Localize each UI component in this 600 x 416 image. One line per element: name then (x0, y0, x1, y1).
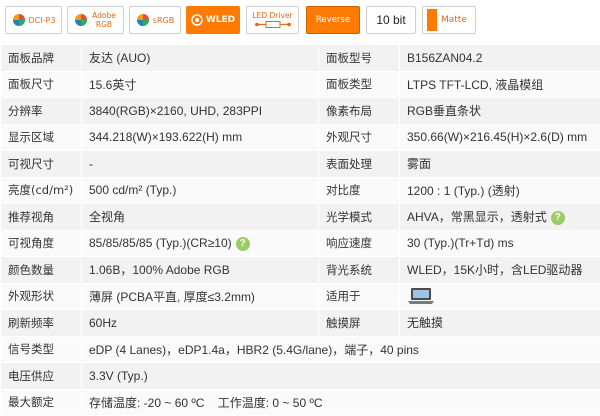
table-row: 亮度(cd/m²) 500 cd/m² (Typ.) 对比度 1200 : 1 … (1, 177, 600, 204)
table-row: 可视角度 85/85/85/85 (Typ.)(CR≥10)? 响应速度 30 … (1, 230, 600, 257)
matte-block-icon (427, 9, 437, 31)
spec-label: 外观形状 (1, 283, 82, 310)
spec-value-cell: AHVA，常黑显示，透射式? (400, 204, 600, 231)
spec-label: 面板型号 (319, 45, 400, 72)
spec-label: 触摸屏 (319, 310, 400, 337)
spec-value: LTPS TFT-LCD, 液晶模组 (400, 71, 600, 98)
laptop-icon (407, 287, 435, 305)
led-driver-label: LED Driver (252, 11, 292, 20)
spec-value: RGB垂直条状 (400, 98, 600, 125)
spec-value: 60Hz (82, 310, 319, 337)
spec-label: 面板尺寸 (1, 71, 82, 98)
spec-label: 像素布局 (319, 98, 400, 125)
table-row: 可视尺寸 - 表面处理 雾面 (1, 151, 600, 178)
spec-value: 30 (Typ.)(Tr+Td) ms (400, 230, 600, 257)
spec-label: 对比度 (319, 177, 400, 204)
spec-value: 1200 : 1 (Typ.) (透射) (400, 177, 600, 204)
spec-label: 推荐视角 (1, 204, 82, 231)
spec-label: 最大额定 (1, 389, 82, 416)
spec-label: 颜色数量 (1, 257, 82, 284)
spec-value: 友达 (AUO) (82, 45, 319, 72)
wled-label: WLED (206, 15, 235, 25)
spec-value: B156ZAN04.2 (400, 45, 600, 72)
spec-label: 分辨率 (1, 98, 82, 125)
spec-value: 15.6英寸 (82, 71, 319, 98)
table-row: 最大额定 存储温度: -20 ~ 60 ºC 工作温度: 0 ~ 50 ºC (1, 389, 600, 416)
led-driver-badge: LED Driver (246, 6, 299, 34)
table-row: 电压供应 3.3V (Typ.) (1, 363, 600, 390)
spec-value: AHVA，常黑显示，透射式 (407, 210, 547, 224)
reverse-label: Reverse (316, 15, 350, 25)
color-wheel-icon (12, 13, 26, 27)
table-row: 颜色数量 1.06B，100% Adobe RGB 背光系统 WLED，15K小… (1, 257, 600, 284)
spec-label: 可视角度 (1, 230, 82, 257)
feature-badge-bar: DCI-P3 Adobe RGB sRGB WLED LED Driver Re… (0, 0, 600, 38)
spec-value: eDP (4 Lanes)，eDP1.4a，HBR2 (5.4G/lane)，端… (82, 336, 600, 363)
spec-value: 薄屏 (PCBA平直, 厚度≤3.2mm) (82, 283, 319, 310)
table-row: 信号类型 eDP (4 Lanes)，eDP1.4a，HBR2 (5.4G/la… (1, 336, 600, 363)
circuit-icon (253, 20, 293, 29)
bulb-icon (191, 14, 203, 26)
spec-value: 1.06B，100% Adobe RGB (82, 257, 319, 284)
table-row: 面板尺寸 15.6英寸 面板类型 LTPS TFT-LCD, 液晶模组 (1, 71, 600, 98)
dci-p3-badge: DCI-P3 (5, 6, 62, 34)
spec-label: 适用于 (319, 283, 400, 310)
spec-table: 面板品牌 友达 (AUO) 面板型号 B156ZAN04.2 面板尺寸 15.6… (0, 44, 600, 416)
adobe-rgb-label: Adobe RGB (91, 11, 117, 29)
spec-value: 350.66(W)×216.45(H)×2.6(D) mm (400, 124, 600, 151)
spec-label: 光学模式 (319, 204, 400, 231)
spec-value-cell: 85/85/85/85 (Typ.)(CR≥10)? (82, 230, 319, 257)
matte-label: Matte (441, 15, 467, 25)
spec-label: 电压供应 (1, 363, 82, 390)
adobe-rgb-badge: Adobe RGB (67, 6, 124, 34)
spec-label: 表面处理 (319, 151, 400, 178)
color-wheel-icon (136, 13, 150, 27)
table-row: 显示区域 344.218(W)×193.622(H) mm 外观尺寸 350.6… (1, 124, 600, 151)
spec-value: 500 cd/m² (Typ.) (82, 177, 319, 204)
spec-value: 3840(RGB)×2160, UHD, 283PPI (82, 98, 319, 125)
spec-label: 响应速度 (319, 230, 400, 257)
spec-label: 刷新频率 (1, 310, 82, 337)
srgb-label: sRGB (153, 16, 174, 25)
spec-label: 面板品牌 (1, 45, 82, 72)
spec-value: 存储温度: -20 ~ 60 ºC 工作温度: 0 ~ 50 ºC (82, 389, 600, 416)
color-wheel-icon (74, 13, 88, 27)
srgb-badge: sRGB (129, 6, 181, 34)
table-row: 外观形状 薄屏 (PCBA平直, 厚度≤3.2mm) 适用于 (1, 283, 600, 310)
application-cell (400, 283, 600, 310)
ten-bit-badge: 10 bit (366, 6, 416, 34)
spec-value: 全视角 (82, 204, 319, 231)
spec-value: 344.218(W)×193.622(H) mm (82, 124, 319, 151)
spec-label: 面板类型 (319, 71, 400, 98)
help-icon[interactable]: ? (236, 237, 250, 251)
spec-label: 可视尺寸 (1, 151, 82, 178)
spec-label: 显示区域 (1, 124, 82, 151)
spec-label: 背光系统 (319, 257, 400, 284)
wled-badge: WLED (186, 6, 240, 34)
table-row: 刷新频率 60Hz 触摸屏 无触摸 (1, 310, 600, 337)
spec-label: 外观尺寸 (319, 124, 400, 151)
spec-value: 无触摸 (400, 310, 600, 337)
help-icon[interactable]: ? (551, 211, 565, 225)
table-row: 面板品牌 友达 (AUO) 面板型号 B156ZAN04.2 (1, 45, 600, 72)
matte-badge: Matte (422, 6, 476, 34)
ten-bit-label: 10 bit (376, 13, 405, 27)
dci-p3-label: DCI-P3 (29, 16, 56, 25)
spec-value: - (82, 151, 319, 178)
table-row: 推荐视角 全视角 光学模式 AHVA，常黑显示，透射式? (1, 204, 600, 231)
spec-label: 信号类型 (1, 336, 82, 363)
spec-value: WLED，15K小时，含LED驱动器 (400, 257, 600, 284)
spec-value: 3.3V (Typ.) (82, 363, 600, 390)
spec-value: 雾面 (400, 151, 600, 178)
reverse-badge: Reverse (306, 6, 360, 34)
spec-label: 亮度(cd/m²) (1, 177, 82, 204)
spec-value: 85/85/85/85 (Typ.)(CR≥10) (89, 236, 232, 250)
table-row: 分辨率 3840(RGB)×2160, UHD, 283PPI 像素布局 RGB… (1, 98, 600, 125)
